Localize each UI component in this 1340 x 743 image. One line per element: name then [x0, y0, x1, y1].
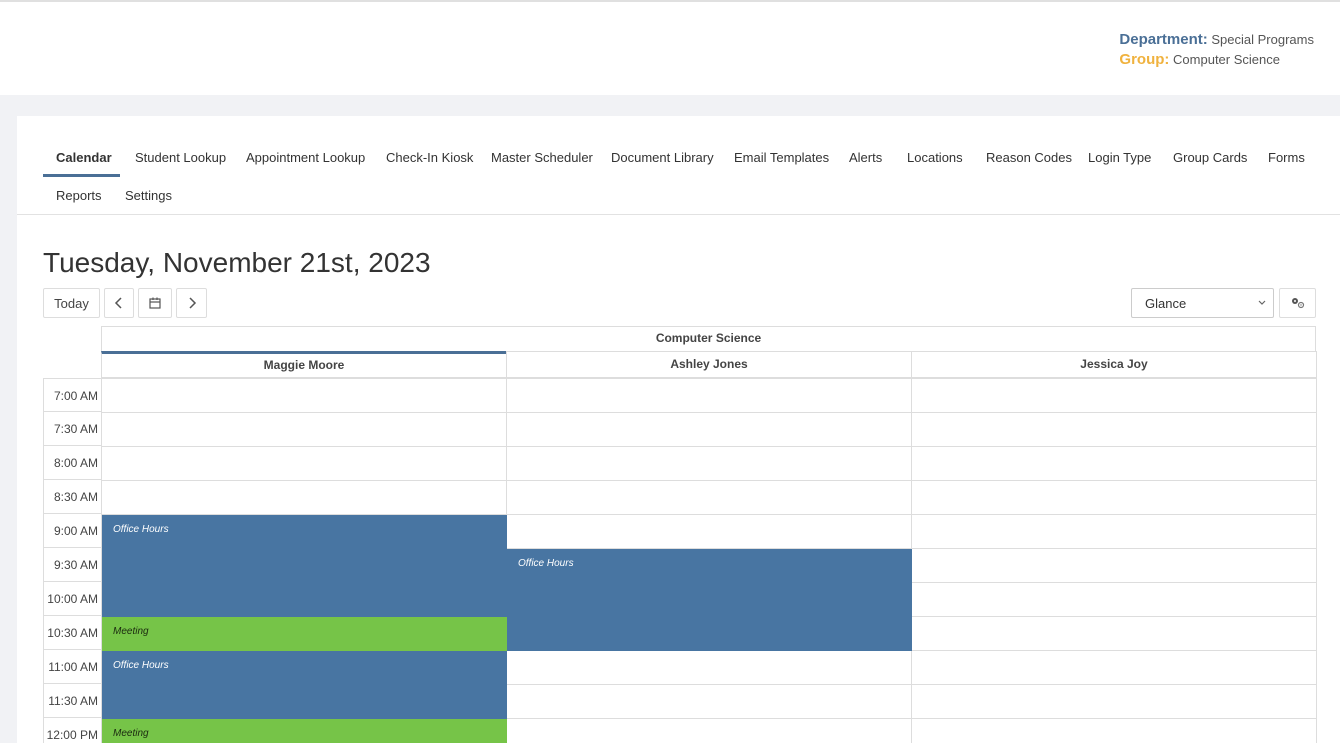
nav-item-group-cards[interactable]: Group Cards	[1173, 150, 1247, 165]
nav-item-locations[interactable]: Locations	[907, 150, 963, 165]
nav-divider	[17, 214, 1340, 215]
calendar-slot[interactable]	[506, 480, 912, 515]
department-value: Special Programs	[1211, 32, 1314, 47]
calendar-slot[interactable]	[506, 378, 912, 413]
nav-item-email-templates[interactable]: Email Templates	[734, 150, 829, 165]
today-button[interactable]: Today	[43, 288, 100, 318]
group-value: Computer Science	[1173, 52, 1280, 67]
time-slot-label: 10:30 AM	[43, 616, 102, 650]
calendar-slot[interactable]	[911, 616, 1317, 651]
calendar-slot[interactable]	[101, 378, 507, 413]
nav-item-reports[interactable]: Reports	[56, 188, 102, 203]
time-slot-label: 8:30 AM	[43, 480, 102, 514]
nav-item-settings[interactable]: Settings	[125, 188, 172, 203]
department-label: Department:	[1119, 31, 1208, 48]
date-picker-button[interactable]	[138, 288, 172, 318]
active-tab-indicator	[43, 174, 120, 177]
meeting-event[interactable]: Meeting	[102, 719, 507, 743]
event-title: Meeting	[113, 728, 149, 739]
calendar-slot[interactable]	[911, 718, 1317, 743]
event-title: Office Hours	[113, 660, 169, 671]
nav-item-reason-codes[interactable]: Reason Codes	[986, 150, 1072, 165]
time-slot-label: 11:00 AM	[43, 650, 102, 684]
calendar-slot[interactable]	[506, 684, 912, 719]
event-title: Office Hours	[518, 558, 574, 569]
department-line: Department: Special Programs	[1119, 30, 1314, 50]
prev-day-button[interactable]	[104, 288, 134, 318]
office-hours-event[interactable]: Office Hours	[507, 549, 912, 651]
calendar-settings-button[interactable]	[1279, 288, 1316, 318]
calendar-icon	[149, 297, 161, 309]
calendar-slot[interactable]	[506, 412, 912, 447]
chevron-left-icon	[114, 297, 122, 309]
time-slot-label: 12:00 PM	[43, 718, 102, 743]
calendar-slot[interactable]	[911, 582, 1317, 617]
view-select[interactable]: Glance	[1131, 288, 1274, 318]
calendar-slot[interactable]	[911, 548, 1317, 583]
office-hours-event[interactable]: Office Hours	[102, 651, 507, 719]
calendar-slot[interactable]	[911, 412, 1317, 447]
event-title: Meeting	[113, 626, 149, 637]
time-slot-label: 10:00 AM	[43, 582, 102, 616]
time-slot-label: 7:30 AM	[43, 412, 102, 446]
page-title: Tuesday, November 21st, 2023	[43, 247, 431, 278]
calendar-slot[interactable]	[911, 650, 1317, 685]
header-bar: Department: Special Programs Group: Comp…	[0, 2, 1340, 95]
nav-item-forms[interactable]: Forms	[1268, 150, 1305, 165]
calendar-slot[interactable]	[911, 684, 1317, 719]
calendar-slot[interactable]	[506, 718, 912, 743]
nav-item-appointment-lookup[interactable]: Appointment Lookup	[246, 150, 365, 165]
nav-item-calendar[interactable]: Calendar	[56, 150, 112, 165]
staff-header-jessica-joy[interactable]: Jessica Joy	[911, 351, 1317, 378]
calendar-slot[interactable]	[911, 480, 1317, 515]
main-panel: Calendar Student Lookup Appointment Look…	[17, 116, 1340, 743]
nav-item-master-scheduler[interactable]: Master Scheduler	[491, 150, 593, 165]
view-select-value: Glance	[1145, 295, 1187, 311]
calendar-slot[interactable]	[101, 480, 507, 515]
calendar-slot[interactable]	[506, 514, 912, 549]
calendar-slot[interactable]	[911, 514, 1317, 549]
time-slot-label: 8:00 AM	[43, 446, 102, 480]
nav-item-document-library[interactable]: Document Library	[611, 150, 714, 165]
calendar-slot[interactable]	[506, 446, 912, 481]
time-slot-label: 9:30 AM	[43, 548, 102, 582]
office-hours-event[interactable]: Office Hours	[102, 515, 507, 617]
chevron-down-icon	[1258, 300, 1266, 305]
group-label: Group:	[1119, 51, 1170, 68]
next-day-button[interactable]	[176, 288, 207, 318]
group-header: Computer Science	[101, 326, 1316, 352]
time-slot-label: 7:00 AM	[43, 378, 102, 412]
calendar-slot[interactable]	[101, 446, 507, 481]
nav-item-student-lookup[interactable]: Student Lookup	[135, 150, 226, 165]
chevron-right-icon	[188, 297, 196, 309]
meeting-event[interactable]: Meeting	[102, 617, 507, 651]
calendar-slot[interactable]	[911, 446, 1317, 481]
time-slot-label: 11:30 AM	[43, 684, 102, 718]
group-line: Group: Computer Science	[1119, 50, 1314, 70]
calendar-slot[interactable]	[911, 378, 1317, 413]
staff-header-maggie-moore[interactable]: Maggie Moore	[101, 351, 507, 378]
nav-item-alerts[interactable]: Alerts	[849, 150, 882, 165]
gears-icon	[1291, 298, 1304, 309]
nav-item-check-in-kiosk[interactable]: Check-In Kiosk	[386, 150, 473, 165]
nav-item-login-type[interactable]: Login Type	[1088, 150, 1151, 165]
staff-header-ashley-jones[interactable]: Ashley Jones	[506, 351, 912, 378]
event-title: Office Hours	[113, 524, 169, 535]
calendar-slot[interactable]	[101, 412, 507, 447]
time-slot-label: 9:00 AM	[43, 514, 102, 548]
calendar-slot[interactable]	[506, 650, 912, 685]
department-group-info: Department: Special Programs Group: Comp…	[1119, 30, 1314, 70]
